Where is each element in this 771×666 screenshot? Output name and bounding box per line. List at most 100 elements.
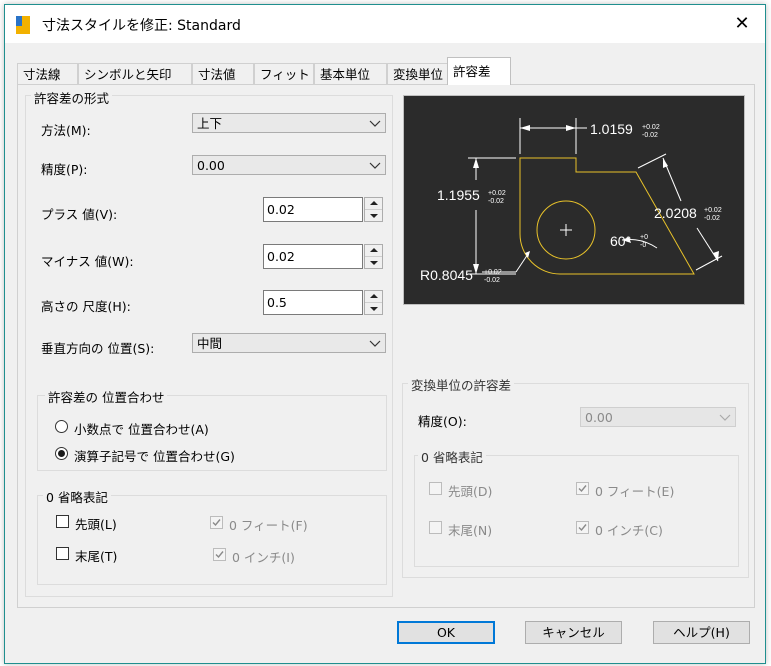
alt-precision-value: 0.00 xyxy=(585,410,613,425)
vertical-position-select[interactable]: 中間 xyxy=(192,333,386,353)
method-select-value: 上下 xyxy=(197,116,223,131)
tab-symbols-arrows[interactable]: シンボルと矢印 xyxy=(78,63,192,85)
arrow-up-icon xyxy=(370,248,378,252)
ok-button[interactable]: OK xyxy=(397,621,495,644)
minus-value-input[interactable]: 0.02 xyxy=(263,244,363,269)
preview-tol-diagonal-upper: +0.02 xyxy=(704,207,722,214)
minus-value-text: 0.02 xyxy=(267,249,295,264)
inches-checkbox[interactable] xyxy=(213,548,226,561)
tolerance-alignment-group-label: 許容差の 位置合わせ xyxy=(45,387,168,406)
alt-feet-checkbox[interactable] xyxy=(576,482,589,495)
height-scale-label: 高さの 尺度(H): xyxy=(41,299,131,314)
close-icon: ✕ xyxy=(734,13,750,34)
align-decimal-label[interactable]: 小数点で 位置合わせ(A) xyxy=(74,419,209,438)
precision-select-value: 0.00 xyxy=(197,158,225,173)
dialog-window: 寸法スタイルを修正: Standard ✕ 寸法線 シンボルと矢印 寸法値 フィ… xyxy=(4,4,766,664)
tab-label: シンボルと矢印 xyxy=(84,67,172,82)
preview-dim-left: 1.1955 xyxy=(437,187,480,203)
tab-primary-units[interactable]: 基本単位 xyxy=(314,63,387,85)
method-select[interactable]: 上下 xyxy=(192,113,386,133)
zero-suppression-group xyxy=(37,495,387,585)
plus-value-label: プラス 値(V): xyxy=(41,207,118,222)
tab-label: フィット xyxy=(260,67,310,82)
vertical-position-label: 垂直方向の 位置(S): xyxy=(41,341,155,356)
trailing-label[interactable]: 末尾(T) xyxy=(75,546,117,565)
tab-label: 基本単位 xyxy=(320,67,371,82)
tolerance-format-group-label: 許容差の形式 xyxy=(31,88,113,107)
preview-tol-left-lower: -0.02 xyxy=(488,198,504,205)
chevron-down-icon xyxy=(369,340,381,347)
tab-text[interactable]: 寸法値 xyxy=(192,63,254,85)
trailing-checkbox[interactable] xyxy=(56,547,69,560)
height-scale-spinner[interactable] xyxy=(364,290,383,315)
arrow-up-icon xyxy=(370,294,378,298)
checkmark-icon xyxy=(578,485,587,493)
close-button[interactable]: ✕ xyxy=(727,9,757,39)
tab-label: 許容差 xyxy=(453,64,491,79)
tab-tolerances[interactable]: 許容差 xyxy=(447,57,511,85)
method-label: 方法(M): xyxy=(41,123,91,138)
preview-tol-left-upper: +0.02 xyxy=(488,190,506,197)
precision-select[interactable]: 0.00 xyxy=(192,155,386,175)
spinner-down-button[interactable] xyxy=(365,210,382,221)
inches-label: 0 インチ(I) xyxy=(232,550,295,565)
preview-dim-top: 1.0159 xyxy=(590,121,633,137)
minus-value-spinner[interactable] xyxy=(364,244,383,269)
align-decimal-radio[interactable] xyxy=(55,420,68,433)
window-title: 寸法スタイルを修正: Standard xyxy=(42,18,241,34)
alt-inches-checkbox[interactable] xyxy=(576,521,589,534)
alternate-tolerance-group-label: 変換単位の許容差 xyxy=(408,375,515,394)
spinner-up-button[interactable] xyxy=(365,291,382,303)
alt-zero-suppression-group-label: 0 省略表記 xyxy=(418,447,486,466)
spinner-up-button[interactable] xyxy=(365,198,382,210)
alt-feet-label: 0 フィート(E) xyxy=(595,484,675,499)
preview-dim-diagonal: 2.0208 xyxy=(654,205,697,221)
preview-tol-radius-lower: -0.02 xyxy=(484,277,500,284)
preview-tol-top-upper: +0.02 xyxy=(642,124,660,131)
alt-leading-label: 先頭(D) xyxy=(448,484,493,499)
feet-label: 0 フィート(F) xyxy=(229,518,308,533)
spinner-up-button[interactable] xyxy=(365,245,382,257)
plus-value-text: 0.02 xyxy=(267,202,295,217)
title-bar: 寸法スタイルを修正: Standard ✕ xyxy=(5,5,765,43)
preview-dim-radius: R0.8045 xyxy=(420,267,473,283)
align-operator-radio[interactable] xyxy=(55,447,68,460)
checkmark-icon xyxy=(212,519,221,527)
feet-checkbox[interactable] xyxy=(210,516,223,529)
chevron-down-icon xyxy=(369,162,381,169)
tab-label: 変換単位 xyxy=(393,67,444,82)
alt-inches-label: 0 インチ(C) xyxy=(595,523,663,538)
alt-trailing-checkbox[interactable] xyxy=(429,521,442,534)
height-scale-input[interactable]: 0.5 xyxy=(263,290,363,315)
cancel-button[interactable]: キャンセル xyxy=(525,621,622,644)
alt-trailing-label: 末尾(N) xyxy=(448,523,493,538)
tab-label: 寸法線 xyxy=(23,67,61,82)
tab-fit[interactable]: フィット xyxy=(254,63,314,85)
leading-checkbox[interactable] xyxy=(56,515,69,528)
plus-value-spinner[interactable] xyxy=(364,197,383,222)
preview-tol-radius-upper: +0.02 xyxy=(484,269,502,276)
help-button[interactable]: ヘルプ(H) xyxy=(653,621,750,644)
zero-suppression-group-label: 0 省略表記 xyxy=(43,487,111,506)
leading-label[interactable]: 先頭(L) xyxy=(75,514,117,533)
arrow-down-icon xyxy=(370,307,378,311)
checkmark-icon xyxy=(215,551,224,559)
precision-label: 精度(P): xyxy=(41,162,88,177)
app-icon xyxy=(16,16,30,34)
alt-precision-label: 精度(O): xyxy=(418,414,467,429)
tab-dimension-lines[interactable]: 寸法線 xyxy=(17,63,78,85)
ok-button-label: OK xyxy=(436,625,456,640)
alt-leading-checkbox[interactable] xyxy=(429,482,442,495)
align-operator-label[interactable]: 演算子記号で 位置合わせ(G) xyxy=(74,446,235,465)
preview-tol-diagonal-lower: -0.02 xyxy=(704,215,720,222)
alt-precision-select[interactable]: 0.00 xyxy=(580,407,736,427)
spinner-down-button[interactable] xyxy=(365,303,382,314)
chevron-down-icon xyxy=(369,120,381,127)
plus-value-input[interactable]: 0.02 xyxy=(263,197,363,222)
preview-tol-top-lower: -0.02 xyxy=(642,132,658,139)
cancel-button-label: キャンセル xyxy=(542,625,605,640)
help-button-label: ヘルプ(H) xyxy=(673,625,730,640)
spinner-down-button[interactable] xyxy=(365,257,382,268)
dimension-preview: 1.0159 +0.02 -0.02 1.1955 +0.02 -0.02 2.… xyxy=(403,95,745,305)
arrow-up-icon xyxy=(370,201,378,205)
